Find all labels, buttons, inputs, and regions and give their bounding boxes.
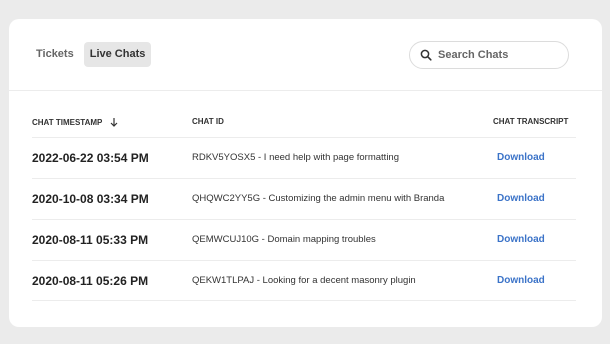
panel-toolbar: Tickets Live Chats	[9, 19, 602, 91]
chat-id: QEMWCUJ10G - Domain mapping troubles	[192, 234, 376, 245]
live-chats-panel: Tickets Live Chats CHAT TIMESTAMP CHAT I…	[9, 19, 602, 327]
chat-timestamp: 2022-06-22 03:54 PM	[32, 151, 149, 165]
column-header-timestamp-label: CHAT TIMESTAMP	[32, 117, 103, 127]
download-transcript-link[interactable]: Download	[497, 220, 545, 260]
chat-list: 2022-06-22 03:54 PM RDKV5YOSX5 - I need …	[32, 137, 576, 301]
table-row: 2022-06-22 03:54 PM RDKV5YOSX5 - I need …	[32, 137, 576, 178]
table-header: CHAT TIMESTAMP CHAT ID CHAT TRANSCRIPT	[32, 117, 576, 137]
search-input[interactable]	[438, 49, 553, 61]
table-row: 2020-08-11 05:33 PM QEMWCUJ10G - Domain …	[32, 219, 576, 260]
chat-timestamp: 2020-08-11 05:33 PM	[32, 233, 149, 247]
column-header-timestamp[interactable]: CHAT TIMESTAMP	[32, 117, 118, 127]
tab-tickets[interactable]: Tickets	[30, 42, 80, 67]
chat-id: QHQWC2YY5G - Customizing the admin menu …	[192, 193, 445, 204]
chat-timestamp: 2020-10-08 03:34 PM	[32, 192, 149, 206]
column-header-transcript: CHAT TRANSCRIPT	[493, 117, 568, 126]
search-box[interactable]	[409, 41, 569, 69]
table-row: 2020-08-11 05:26 PM QEKW1TLPAJ - Looking…	[32, 260, 576, 301]
table-row: 2020-10-08 03:34 PM QHQWC2YY5G - Customi…	[32, 178, 576, 219]
download-transcript-link[interactable]: Download	[497, 261, 545, 301]
tab-bar: Tickets Live Chats	[30, 42, 152, 67]
arrow-down-icon	[110, 118, 118, 127]
chat-id: QEKW1TLPAJ - Looking for a decent masonr…	[192, 275, 416, 286]
column-header-chat-id-label: CHAT ID	[192, 117, 224, 126]
tab-live-chats[interactable]: Live Chats	[83, 42, 152, 67]
download-transcript-link[interactable]: Download	[497, 179, 545, 219]
search-icon	[420, 49, 432, 61]
download-transcript-link[interactable]: Download	[497, 138, 545, 178]
chat-timestamp: 2020-08-11 05:26 PM	[32, 274, 149, 288]
column-header-transcript-label: CHAT TRANSCRIPT	[493, 117, 569, 126]
column-header-chat-id: CHAT ID	[192, 117, 224, 126]
chat-id: RDKV5YOSX5 - I need help with page forma…	[192, 152, 400, 163]
